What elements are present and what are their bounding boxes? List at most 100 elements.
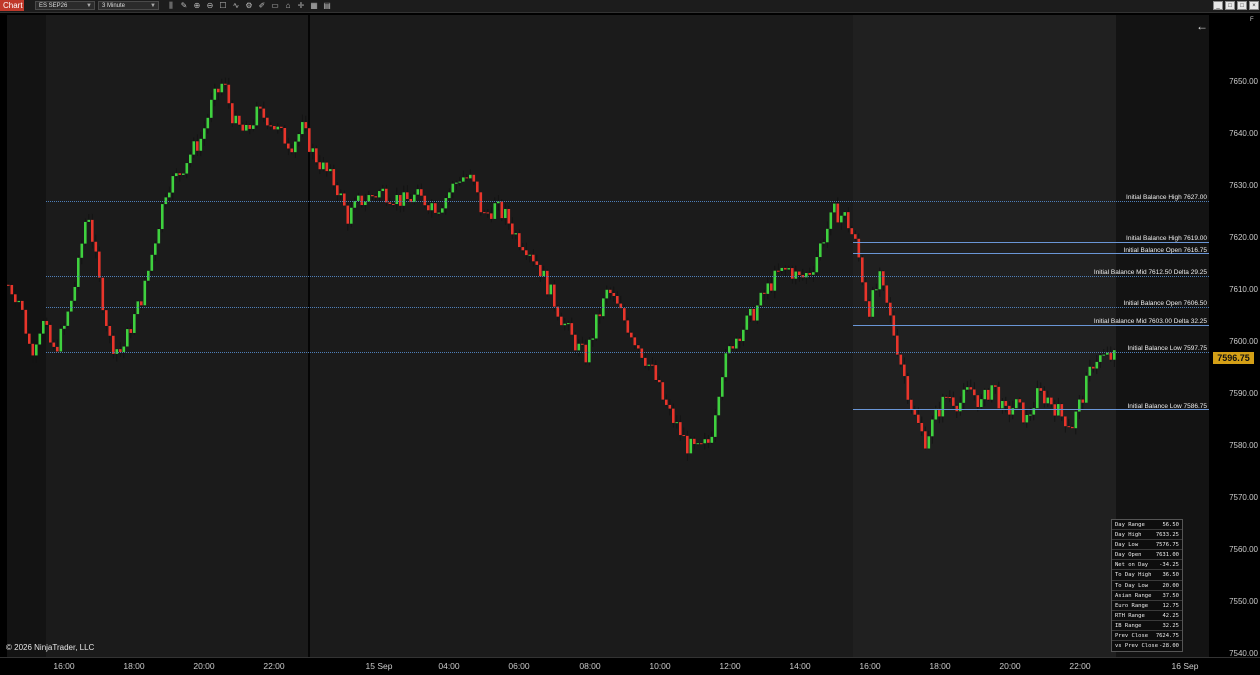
candle-body [336,185,339,196]
candle-body [700,443,703,445]
candle-body [35,344,38,356]
candle-body [49,324,52,343]
candle-body [721,377,724,397]
f-button[interactable]: F [1250,17,1254,23]
ib-label: Initial Balance Mid 7603.00 Delta 32.25 [1093,318,1207,325]
stats-value: 42.25 [1162,612,1179,619]
x-tick-label: 15 Sep [365,661,393,671]
candle-body [455,182,458,184]
candle-body [532,254,535,262]
candle-body [297,134,301,142]
candle-body [332,169,336,186]
minimize-button[interactable]: _ [1213,1,1223,10]
properties-icon[interactable]: ☐ [218,1,228,11]
candle-body [672,408,675,423]
candle-body [500,201,504,219]
candle-body [913,409,917,415]
candle-body [196,141,199,151]
candle-body [770,283,773,291]
candle-body [157,229,161,244]
candle-body [546,270,549,295]
stats-row: RTH Range 42.25 [1112,611,1182,621]
strategies-icon[interactable]: ⚙ [244,1,254,11]
candle-body [91,219,94,242]
candle-body [287,143,290,149]
candle-body [364,201,367,206]
indicators-icon[interactable]: ∿ [231,1,241,11]
candle-body [56,346,59,352]
candle-body [875,289,878,291]
chart-tab[interactable]: Chart [0,0,24,11]
candle-body [7,284,10,286]
candle-body [693,438,696,445]
ib-label: Initial Balance Mid 7612.50 Delta 29.25 [1093,269,1207,276]
candle-body [444,198,448,209]
chart-panel[interactable]: Initial Balance High 7627.00 Initial Bal… [7,15,1209,657]
maximize-button[interactable]: □ [1225,1,1235,10]
copyright-text: © 2026 NinjaTrader, LLC [6,643,95,652]
interval-selector[interactable]: 3 Minute ▼ [98,1,159,10]
x-tick-label: 22:00 [263,661,285,671]
price-axis[interactable]: 7650.00 7640.00 7630.00 7620.00 7610.00 … [1211,15,1260,658]
drawing-tools-icon[interactable]: ✐ [257,1,267,11]
stats-label: Day Low [1115,542,1139,549]
time-axis[interactable]: 16:00 18:00 20:00 22:00 15 Sep 04:00 06:… [0,657,1260,675]
candle-body [623,308,626,321]
candle-body [1099,355,1102,362]
data-box-icon[interactable]: ▤ [322,1,332,11]
bars-icon[interactable]: ⫼ [166,1,176,11]
zoom-out-icon[interactable]: ⊖ [205,1,215,11]
lock-icon[interactable]: ⌂ [283,1,293,11]
candle-body [311,148,315,152]
candle-body [581,343,584,345]
candle-body [294,141,297,153]
candle-body [269,125,273,127]
candle-body [325,162,329,172]
stats-label: vs Prev Close [1115,643,1159,650]
candle-body [133,314,136,333]
instrument-label: ES SEP26 [39,3,68,9]
chevron-down-icon: ▼ [150,3,156,9]
candle-body [833,203,836,213]
pencil-icon[interactable]: ✎ [179,1,189,11]
candle-body [1071,426,1074,429]
candle-body [521,247,525,251]
candle-body [1046,397,1050,404]
candle-body [577,343,581,351]
zoom-in-icon[interactable]: ⊕ [192,1,202,11]
restore-button[interactable]: □ [1237,1,1247,10]
candle-body [150,254,154,271]
candle-body [402,192,406,206]
stats-row: Euro Range 12.75 [1112,601,1182,611]
candle-body [1064,416,1067,427]
candle-body [234,115,238,124]
candle-body [570,323,574,335]
calendar-icon[interactable]: ▦ [309,1,319,11]
candle-body [45,320,49,325]
ruler-icon[interactable]: ▭ [270,1,280,11]
candle-body [479,192,483,213]
candle-body [735,338,738,349]
candle-body [451,183,455,193]
candle-body [486,212,490,214]
candle-body [689,438,693,454]
candle-body [1074,411,1078,429]
candle-body [17,300,21,303]
candle-body [808,273,812,275]
candle-body [836,203,840,223]
back-arrow-icon[interactable]: ← [1196,19,1208,33]
ib-label: Initial Balance Open 7606.50 [1123,300,1207,307]
candle-body [784,267,787,270]
candle-body [1029,414,1032,416]
candle-body [917,414,920,423]
candle-body [339,193,343,196]
candle-body [140,301,143,306]
close-button[interactable]: × [1249,1,1259,10]
candle-body [98,251,101,278]
candle-body [707,439,710,443]
instrument-selector[interactable]: ES SEP26 ▼ [35,1,95,10]
ib-mid-line-2 [853,325,1209,326]
crosshair-icon[interactable]: ✛ [296,1,306,11]
candle-body [63,325,66,329]
candle-body [266,117,269,126]
